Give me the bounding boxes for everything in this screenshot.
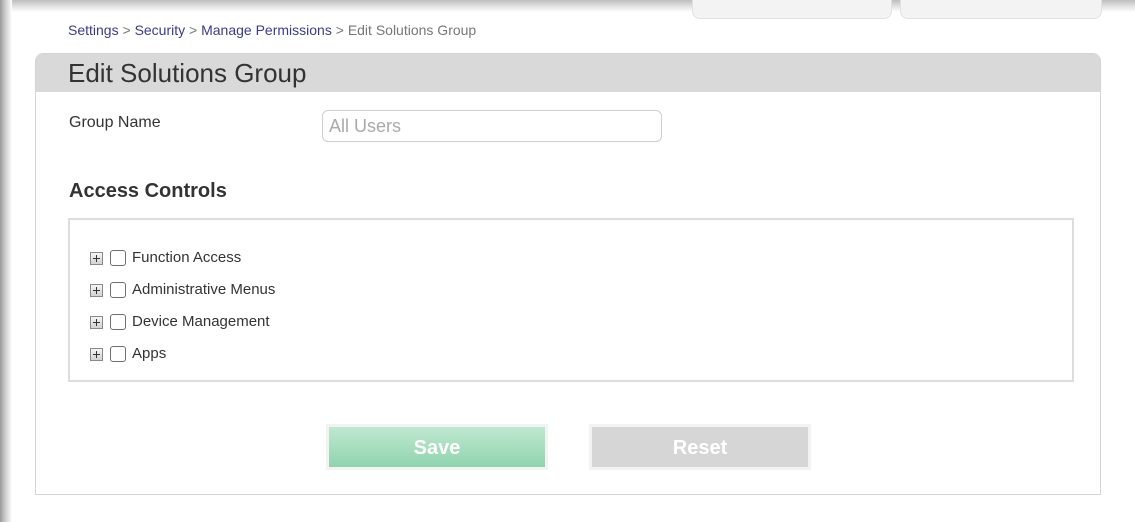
expand-plus-icon[interactable] [90, 315, 103, 329]
tree-item-function-access: Function Access [90, 242, 275, 274]
breadcrumb-link-security[interactable]: Security [135, 22, 186, 38]
expand-plus-icon[interactable] [90, 347, 103, 361]
page-title: Edit Solutions Group [36, 54, 1100, 92]
top-tab[interactable] [692, 0, 892, 19]
access-tree-list: Function Access Administrative Menus Dev… [90, 242, 275, 370]
access-controls-tree: Function Access Administrative Menus Dev… [68, 218, 1074, 382]
breadcrumb-link-settings[interactable]: Settings [68, 22, 119, 38]
reset-button[interactable]: Reset [592, 427, 808, 467]
tree-item-apps: Apps [90, 338, 275, 370]
tree-item-label[interactable]: Device Management [132, 313, 270, 331]
breadcrumb-separator: > [122, 22, 131, 38]
breadcrumb-link-manage-permissions[interactable]: Manage Permissions [201, 22, 332, 38]
breadcrumb-separator: > [335, 22, 344, 38]
tree-item-label[interactable]: Function Access [132, 249, 241, 267]
expand-plus-icon[interactable] [90, 251, 103, 265]
edit-group-panel: Edit Solutions Group Group Name Access C… [35, 53, 1101, 495]
function-access-checkbox[interactable] [110, 250, 126, 266]
apps-checkbox[interactable] [110, 346, 126, 362]
window-frame-left [0, 0, 12, 522]
breadcrumb-current: Edit Solutions Group [347, 22, 477, 38]
save-button[interactable]: Save [329, 427, 545, 467]
top-tab[interactable] [900, 0, 1102, 19]
access-controls-heading: Access Controls [69, 180, 227, 202]
tree-item-device-management: Device Management [90, 306, 275, 338]
tree-item-label[interactable]: Administrative Menus [132, 281, 275, 299]
administrative-menus-checkbox[interactable] [110, 282, 126, 298]
device-management-checkbox[interactable] [110, 314, 126, 330]
breadcrumb: Settings > Security > Manage Permissions… [68, 21, 476, 39]
tree-item-administrative-menus: Administrative Menus [90, 274, 275, 306]
group-name-input[interactable] [322, 110, 662, 142]
group-name-label: Group Name [69, 114, 161, 131]
breadcrumb-separator: > [189, 22, 198, 38]
tree-item-label[interactable]: Apps [132, 345, 166, 363]
expand-plus-icon[interactable] [90, 283, 103, 297]
